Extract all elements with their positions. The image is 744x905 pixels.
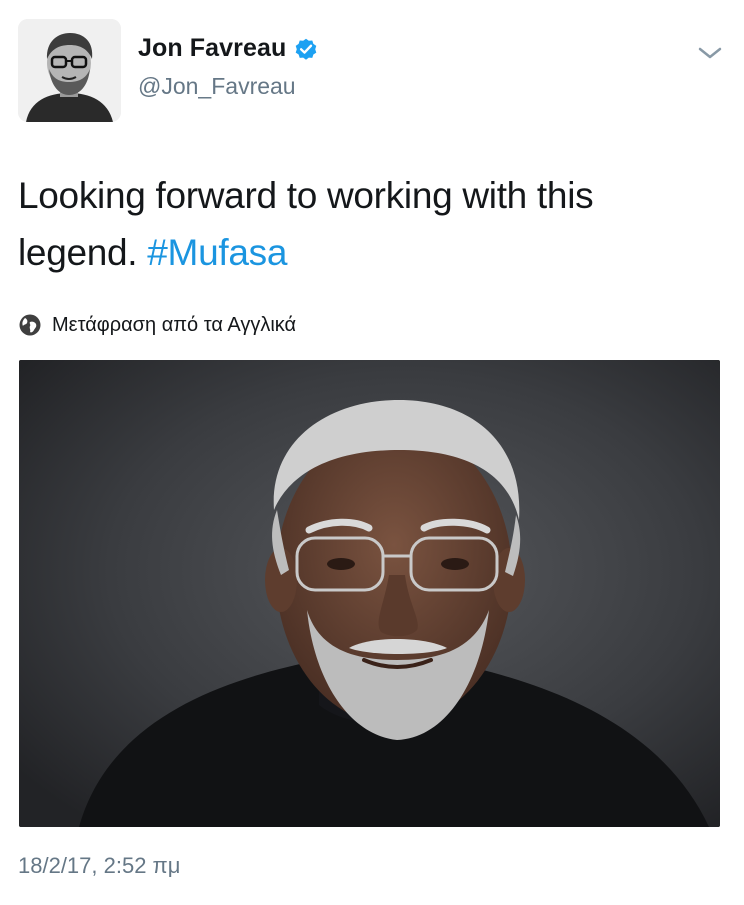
globe-icon <box>18 313 42 337</box>
translate-tweet-link[interactable]: Μετάφραση από τα Αγγλικά <box>18 313 296 337</box>
display-name[interactable]: Jon Favreau <box>138 34 286 63</box>
verified-badge-icon <box>293 36 319 62</box>
chevron-down-icon[interactable] <box>697 44 723 62</box>
user-name-row: Jon Favreau <box>138 34 319 63</box>
tweet-timestamp[interactable]: 18/2/17, 2:52 πμ <box>18 853 180 879</box>
avatar-image <box>18 19 121 122</box>
tweet-photo[interactable] <box>19 360 720 827</box>
portrait-image <box>19 360 720 827</box>
tweet-body-text: Looking forward to working with this leg… <box>18 175 594 273</box>
user-handle[interactable]: @Jon_Favreau <box>138 73 296 100</box>
tweet-text: Looking forward to working with this leg… <box>18 167 718 281</box>
translate-label: Μετάφραση από τα Αγγλικά <box>52 313 297 336</box>
avatar[interactable] <box>18 19 121 122</box>
hashtag-link[interactable]: #Mufasa <box>147 232 287 273</box>
